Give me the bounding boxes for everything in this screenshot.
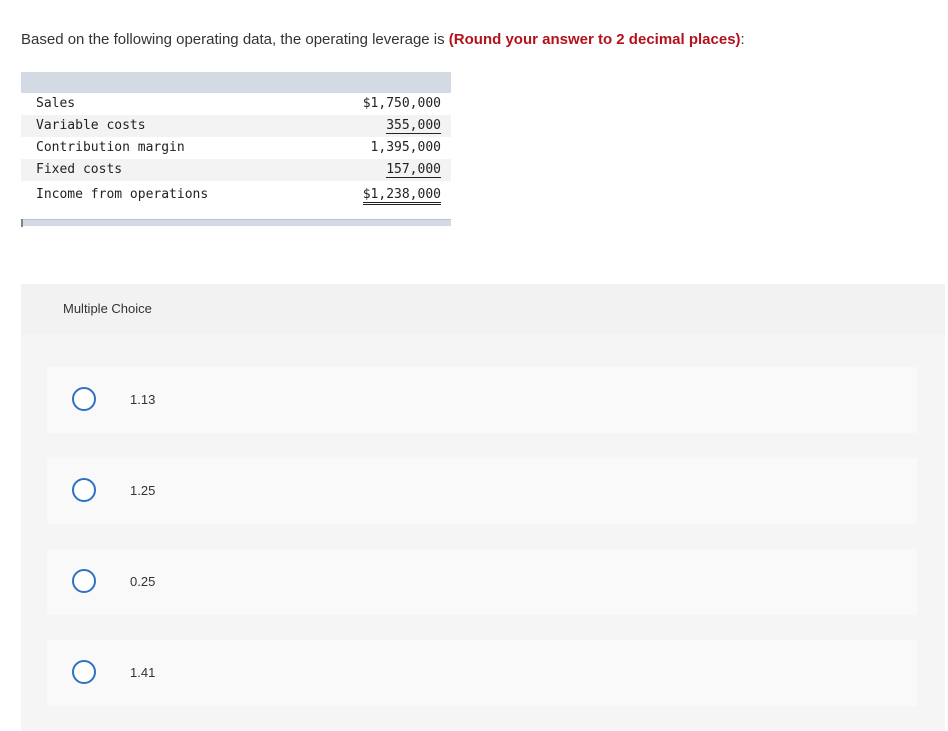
radio-button-icon[interactable]	[72, 387, 96, 411]
table-footer-edge	[21, 219, 23, 227]
radio-button-icon[interactable]	[72, 478, 96, 502]
question-stem: Based on the following operating data, t…	[21, 31, 449, 48]
table-row-fixed-costs: Fixed costs 157,000	[21, 159, 451, 181]
radio-button-icon[interactable]	[72, 569, 96, 593]
choice-option[interactable]: 1.25	[47, 458, 917, 524]
row-amount: 1,395,000	[370, 140, 441, 155]
choice-option[interactable]: 0.25	[47, 549, 917, 615]
table-footer-band	[21, 219, 451, 226]
row-label: Contribution margin	[36, 140, 185, 155]
choice-label: 1.13	[130, 392, 156, 407]
question-page: Based on the following operating data, t…	[0, 0, 948, 731]
row-label: Sales	[36, 96, 76, 111]
choice-label: 1.41	[130, 665, 156, 680]
row-label: Variable costs	[36, 118, 146, 133]
row-label: Income from operations	[36, 187, 209, 202]
choice-label: 1.25	[130, 483, 156, 498]
question-suffix: :	[740, 31, 745, 48]
table-header-band	[21, 72, 451, 93]
row-label: Fixed costs	[36, 162, 123, 177]
row-amount: $1,238,000	[362, 187, 441, 205]
row-amount: $1,750,000	[362, 96, 441, 111]
rounding-instruction: (Round your answer to 2 decimal places)	[448, 31, 741, 48]
table-row-variable-costs: Variable costs 355,000	[21, 115, 451, 137]
choice-option[interactable]: 1.41	[47, 640, 917, 706]
row-amount: 355,000	[386, 118, 441, 134]
multiple-choice-header: Multiple Choice	[63, 301, 152, 316]
operating-data-table: Sales $1,750,000 Variable costs 355,000 …	[21, 72, 451, 227]
row-amount: 157,000	[386, 162, 441, 178]
table-row-sales: Sales $1,750,000	[21, 93, 451, 115]
choice-label: 0.25	[130, 574, 156, 589]
question-text: Based on the following operating data, t…	[21, 30, 745, 50]
multiple-choice-options: 1.13 1.25 0.25 1.41	[21, 334, 945, 731]
choice-option[interactable]: 1.13	[47, 367, 917, 433]
radio-button-icon[interactable]	[72, 660, 96, 684]
multiple-choice-panel: Multiple Choice 1.13 1.25 0.25 1.41	[21, 284, 945, 731]
table-row-contribution-margin: Contribution margin 1,395,000	[21, 137, 451, 159]
table-row-income-from-operations: Income from operations $1,238,000	[21, 184, 451, 206]
